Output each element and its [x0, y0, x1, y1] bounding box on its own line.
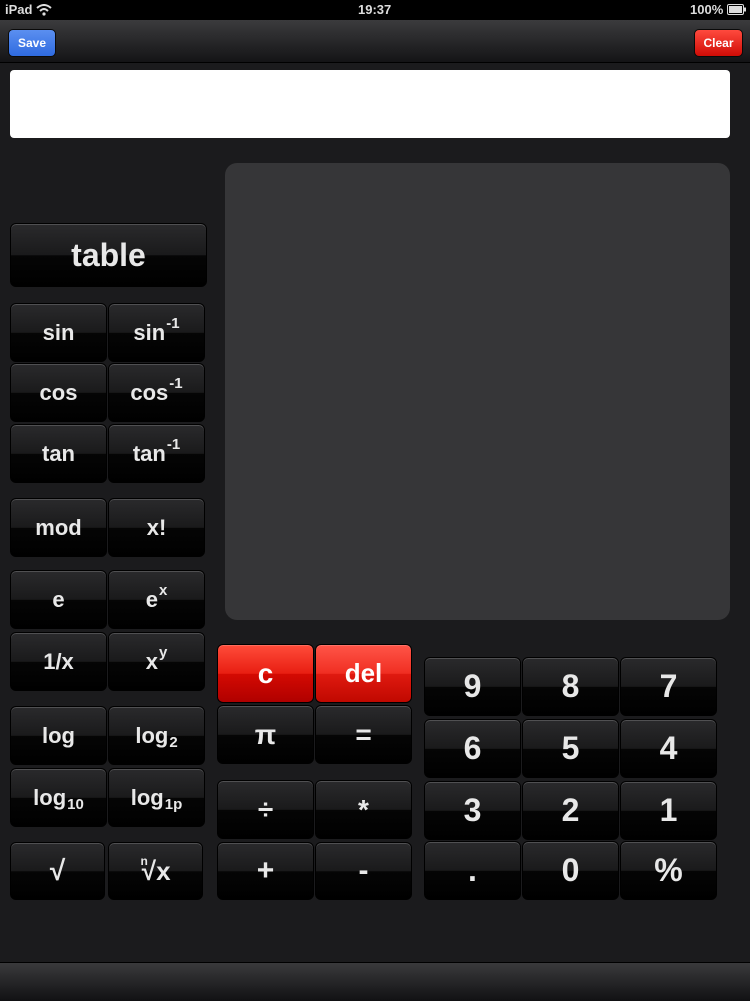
delete-button[interactable]: del — [315, 644, 412, 703]
digit-7-button[interactable]: 7 — [620, 657, 717, 716]
plus-button[interactable]: + — [217, 842, 314, 900]
save-button[interactable]: Save — [8, 29, 56, 57]
atan-superscript: -1 — [166, 436, 181, 453]
log10-label: log — [33, 784, 67, 810]
digit-4-button[interactable]: 4 — [620, 719, 717, 778]
log-button[interactable]: log — [10, 706, 107, 765]
acos-button[interactable]: cos -1 — [108, 363, 205, 422]
log1p-label: log — [130, 784, 164, 810]
digit-5-button[interactable]: 5 — [522, 719, 619, 778]
pi-button[interactable]: π — [217, 705, 314, 764]
cos-button[interactable]: cos — [10, 363, 107, 422]
atan-button[interactable]: tan -1 — [108, 424, 205, 483]
exp-button[interactable]: ex — [108, 570, 205, 629]
expression-input[interactable] — [10, 70, 730, 138]
table-button[interactable]: table — [10, 223, 207, 287]
log10-subscript: 10 — [67, 796, 84, 813]
log2-label: log — [135, 722, 169, 748]
equals-button[interactable]: = — [315, 705, 412, 764]
asin-button[interactable]: sin -1 — [108, 303, 205, 362]
result-panel — [225, 163, 730, 620]
reciprocal-button[interactable]: 1/x — [10, 632, 107, 691]
clear-button[interactable]: Clear — [694, 29, 743, 57]
divide-button[interactable]: ÷ — [217, 780, 314, 839]
exp-label: e — [145, 586, 158, 612]
sqrt-button[interactable]: √ — [10, 842, 105, 900]
power-label: x — [145, 648, 158, 674]
digit-9-button[interactable]: 9 — [424, 657, 521, 716]
log10-button[interactable]: log 10 — [10, 768, 107, 827]
asin-label: sin — [133, 319, 166, 345]
log2-subscript: 2 — [169, 734, 178, 751]
power-button[interactable]: xy — [108, 632, 205, 691]
digit-1-button[interactable]: 1 — [620, 781, 717, 840]
battery-icon — [727, 4, 746, 15]
power-superscript: y — [158, 644, 168, 661]
exp-superscript: x — [158, 582, 168, 599]
cos-label: cos — [39, 379, 78, 405]
log1p-subscript: 1p — [164, 796, 183, 813]
battery-percent: 100% — [690, 2, 724, 17]
log2-button[interactable]: log 2 — [108, 706, 205, 765]
clear-entry-button[interactable]: c — [217, 644, 314, 703]
status-bar: iPad 19:37 100% — [0, 0, 750, 20]
percent-button[interactable]: % — [620, 841, 717, 900]
sin-label: sin — [42, 319, 75, 345]
tan-label: tan — [42, 440, 75, 466]
tan-button[interactable]: tan — [10, 424, 107, 483]
factorial-button[interactable]: x! — [108, 498, 205, 557]
digit-8-button[interactable]: 8 — [522, 657, 619, 716]
toolbar: Save Clear — [0, 20, 750, 63]
clock: 19:37 — [358, 2, 392, 17]
decimal-point-button[interactable]: . — [424, 841, 521, 900]
e-button[interactable]: e — [10, 570, 107, 629]
asin-superscript: -1 — [166, 315, 180, 332]
bottom-toolbar — [0, 962, 750, 1001]
digit-0-button[interactable]: 0 — [522, 841, 619, 900]
acos-superscript: -1 — [169, 375, 183, 392]
device-label: iPad — [5, 2, 33, 17]
digit-2-button[interactable]: 2 — [522, 781, 619, 840]
nth-root-button[interactable]: n √x — [108, 842, 203, 900]
acos-label: cos — [130, 379, 169, 405]
multiply-button[interactable]: * — [315, 780, 412, 839]
log1p-button[interactable]: log 1p — [108, 768, 205, 827]
minus-button[interactable]: - — [315, 842, 412, 900]
sin-button[interactable]: sin — [10, 303, 107, 362]
atan-label: tan — [132, 440, 166, 466]
digit-3-button[interactable]: 3 — [424, 781, 521, 840]
nth-root-index: n — [140, 854, 148, 868]
mod-button[interactable]: mod — [10, 498, 107, 557]
wifi-icon — [36, 4, 52, 16]
digit-6-button[interactable]: 6 — [424, 719, 521, 778]
